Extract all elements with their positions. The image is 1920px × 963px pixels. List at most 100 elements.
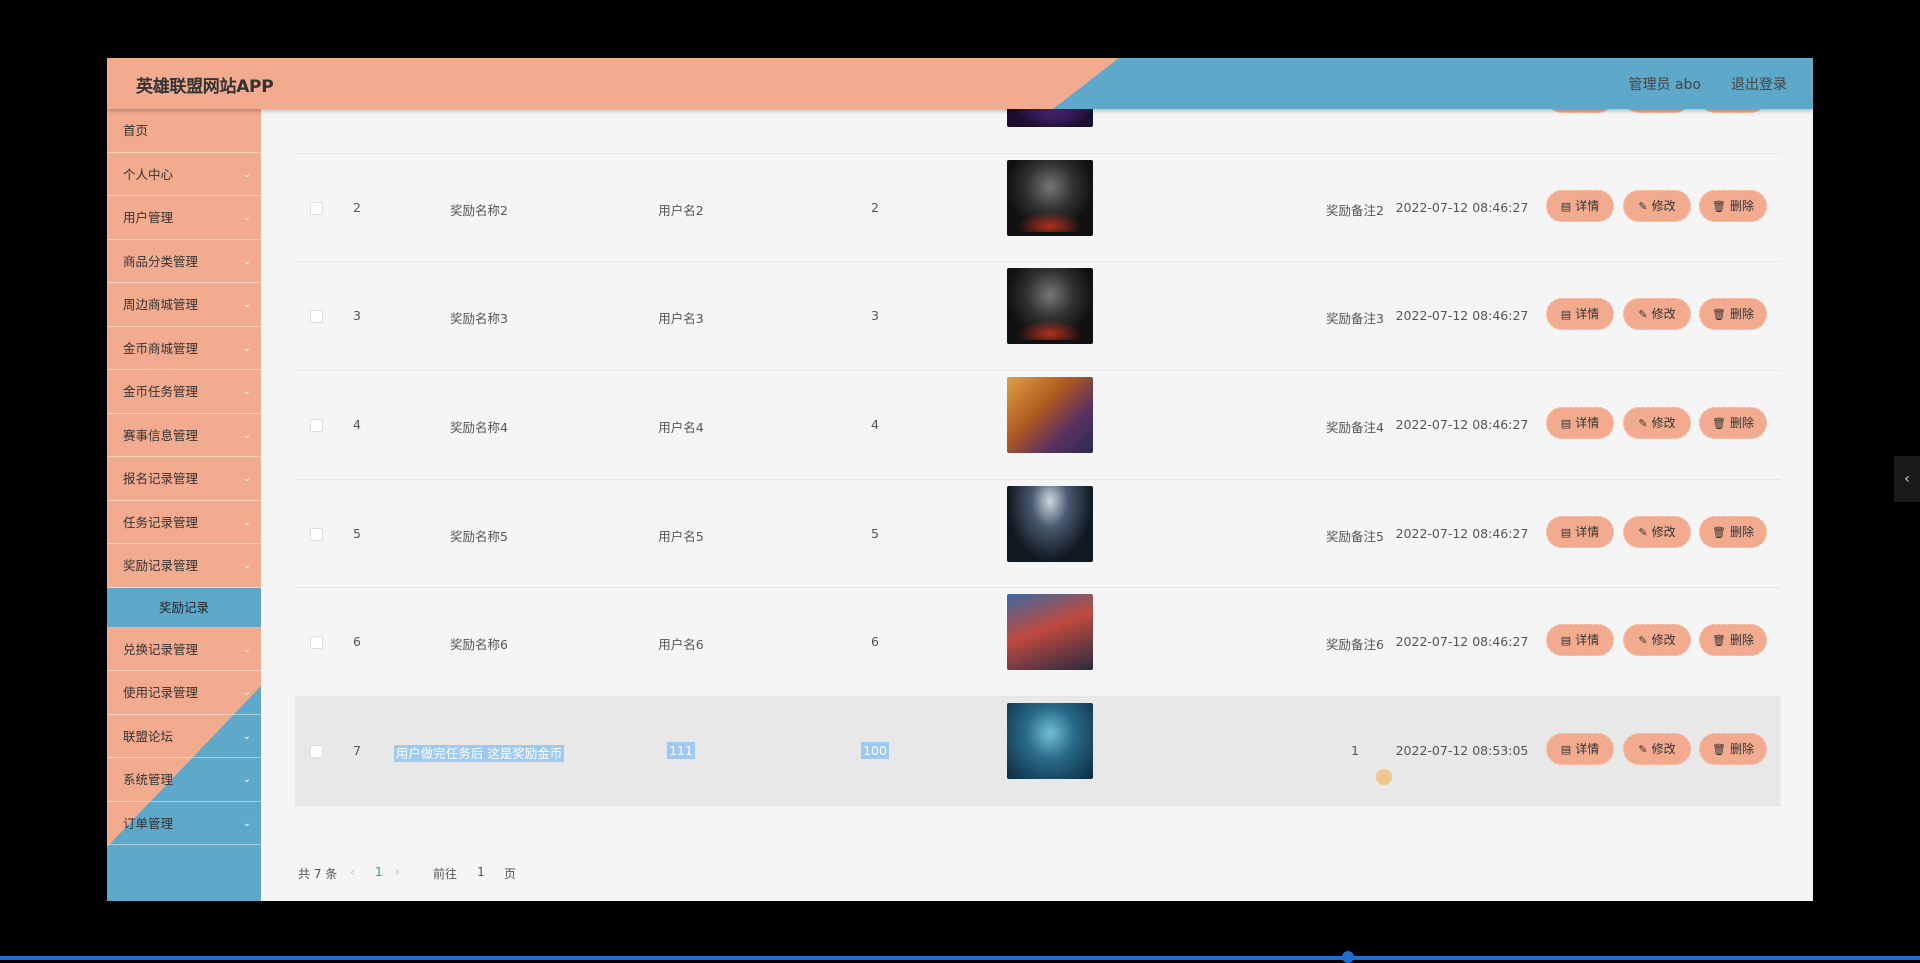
detail-button[interactable]: ▤详情 [1546, 515, 1614, 548]
sidebar-item-label: 订单管理 [123, 815, 174, 831]
sidebar-item-label: 金币商城管理 [123, 340, 199, 356]
edit-button[interactable]: ✎修改 [1623, 407, 1691, 440]
sidebar-item-label: 个人中心 [123, 166, 174, 182]
edit-button[interactable]: ✎修改 [1623, 515, 1691, 548]
reward-image[interactable] [1007, 268, 1093, 345]
delete-button[interactable]: 🗑删除 [1699, 189, 1767, 222]
reward-amount: 4 [871, 417, 879, 433]
delete-button[interactable]: 🗑删除 [1699, 298, 1767, 331]
side-panel-toggle-icon[interactable]: ‹ [1894, 456, 1920, 502]
username: 用户名4 [658, 420, 704, 436]
detail-button[interactable]: ▤详情 [1546, 189, 1614, 222]
delete-button[interactable]: 🗑删除 [1699, 515, 1767, 548]
sidebar-item[interactable]: 金币任务管理 ⌄ [107, 370, 261, 414]
edit-button[interactable]: ✎修改 [1623, 624, 1691, 657]
video-progress-handle[interactable] [1342, 951, 1354, 963]
logout-link[interactable]: 退出登录 [1731, 74, 1787, 94]
row-checkbox[interactable] [310, 745, 323, 759]
row-checkbox[interactable] [310, 201, 323, 215]
delete-button[interactable]: 🗑删除 [1699, 407, 1767, 440]
row-checkbox[interactable] [310, 636, 323, 650]
trash-icon: 🗑 [1712, 525, 1726, 539]
reward-time: 2022-07-12 08:46:27 [1395, 199, 1529, 215]
chevron-down-icon: ⌄ [242, 687, 251, 698]
sidebar-item[interactable]: 兑换记录管理 ⌄ [107, 628, 261, 671]
chevron-down-icon: ⌄ [242, 730, 251, 742]
app-title: 英雄联盟网站APP [136, 77, 274, 97]
sidebar-item[interactable]: 奖励记录管理 ⌄ [107, 544, 261, 588]
sidebar-item[interactable]: 个人中心 ⌄ [107, 153, 261, 196]
row-checkbox[interactable] [310, 310, 323, 324]
reward-time: 2022-07-12 08:46:27 [1395, 308, 1529, 324]
chevron-down-icon: ⌄ [242, 386, 251, 397]
detail-button[interactable]: ▤详情 [1546, 624, 1614, 657]
sidebar: 首页 个人中心 ⌄ 用户管理 ⌄ 商品分类管理 ⌄ 周边商城管理 ⌄ 金币商城管理 ⌄ 金币任务管理 ⌄… [107, 109, 261, 901]
sidebar-item[interactable]: 报名记录管理 ⌄ [107, 457, 261, 501]
pagination-page-1[interactable]: 1 [375, 865, 383, 879]
edit-button[interactable]: ✎修改 [1623, 298, 1691, 331]
row-checkbox[interactable] [310, 419, 323, 433]
sidebar-subitem-reward-record[interactable]: 奖励记录 [107, 587, 261, 628]
chevron-down-icon: ⌄ [242, 560, 251, 571]
reward-record-table: 1奖励名称1用户名11奖励备注12022-07-12 08:46:27▤详情✎修… [295, 58, 1781, 806]
reward-image[interactable] [1007, 377, 1093, 454]
video-progress-bar[interactable] [0, 956, 1920, 960]
table-row: 5 奖励名称5 用户名5 5 奖励备注5 2022-07-12 08:46:27 ▤ 详情 ✎ 修… [295, 480, 1781, 589]
pagination-prev-icon[interactable]: ‹ [350, 865, 355, 879]
document-icon: ▤ [1560, 199, 1572, 213]
reward-amount: 6 [871, 634, 879, 650]
sidebar-item[interactable]: 任务记录管理 ⌄ [107, 501, 261, 544]
delete-button[interactable]: 🗑删除 [1699, 624, 1767, 657]
username: 用户名5 [658, 528, 704, 544]
sidebar-item[interactable]: 首页 [107, 109, 261, 153]
reward-image[interactable] [1007, 703, 1093, 780]
delete-button[interactable]: 🗑删除 [1699, 733, 1767, 766]
reward-image[interactable] [1007, 485, 1093, 562]
chevron-down-icon: ⌄ [242, 342, 251, 354]
edit-button[interactable]: ✎修改 [1623, 733, 1691, 766]
reward-name: 奖励名称3 [450, 311, 508, 327]
pencil-icon: ✎ [1638, 743, 1648, 757]
pagination-unit-label: 页 [504, 867, 517, 881]
reward-image[interactable] [1007, 159, 1093, 236]
table-row: 6 奖励名称6 用户名6 6 奖励备注6 2022-07-12 08:46:27 ▤ 详情 ✎ 修… [295, 588, 1781, 698]
pagination-total: 共 7 条 [298, 867, 338, 881]
document-icon: ▤ [1560, 743, 1572, 757]
trash-icon: 🗑 [1712, 417, 1726, 431]
detail-button[interactable]: ▤详情 [1546, 298, 1614, 331]
sidebar-item[interactable]: 金币商城管理 ⌄ [107, 327, 261, 370]
row-index: 2 [353, 199, 361, 215]
pencil-icon: ✎ [1638, 199, 1648, 213]
reward-amount: 3 [871, 308, 879, 324]
document-icon: ▤ [1560, 634, 1572, 648]
sidebar-item-label: 赛事信息管理 [123, 427, 199, 443]
sidebar-item-label: 商品分类管理 [123, 253, 199, 269]
trash-icon: 🗑 [1712, 634, 1726, 648]
chevron-down-icon: ⌄ [242, 774, 251, 785]
sidebar-item[interactable]: 用户管理 ⌄ [107, 196, 261, 240]
pagination-page-input[interactable] [466, 862, 496, 882]
current-user-label: 管理员 abo [1628, 77, 1701, 93]
table-row: 7 用户做完任务后 这是奖励金币 111 100 1 2022-07-12 08:53:0… [295, 697, 1781, 806]
row-checkbox[interactable] [310, 527, 323, 541]
pencil-icon: ✎ [1638, 525, 1648, 539]
sidebar-item[interactable]: 周边商城管理 ⌄ [107, 283, 261, 327]
sidebar-item[interactable]: 联盟论坛 ⌄ [107, 715, 261, 758]
detail-button[interactable]: ▤详情 [1546, 407, 1614, 440]
sidebar-item[interactable]: 订单管理 ⌄ [107, 802, 261, 845]
chevron-down-icon: ⌄ [242, 429, 251, 441]
sidebar-item-label: 使用记录管理 [123, 685, 199, 700]
table-row: 3 奖励名称3 用户名3 3 奖励备注3 2022-07-12 08:46:27 ▤ 详情 ✎ 修… [295, 262, 1781, 372]
sidebar-item-label: 首页 [123, 123, 149, 138]
sidebar-item[interactable]: 使用记录管理 ⌄ [107, 671, 261, 715]
edit-button[interactable]: ✎修改 [1623, 189, 1691, 222]
reward-image[interactable] [1007, 594, 1093, 671]
sidebar-item[interactable]: 系统管理 ⌄ [107, 758, 261, 802]
username: 111 [667, 742, 695, 760]
sidebar-item[interactable]: 商品分类管理 ⌄ [107, 240, 261, 283]
chevron-down-icon: ⌄ [242, 817, 251, 829]
detail-button[interactable]: ▤详情 [1546, 733, 1614, 766]
chevron-down-icon: ⌄ [242, 255, 251, 267]
pagination-next-icon[interactable]: › [395, 865, 400, 879]
sidebar-item[interactable]: 赛事信息管理 ⌄ [107, 414, 261, 457]
